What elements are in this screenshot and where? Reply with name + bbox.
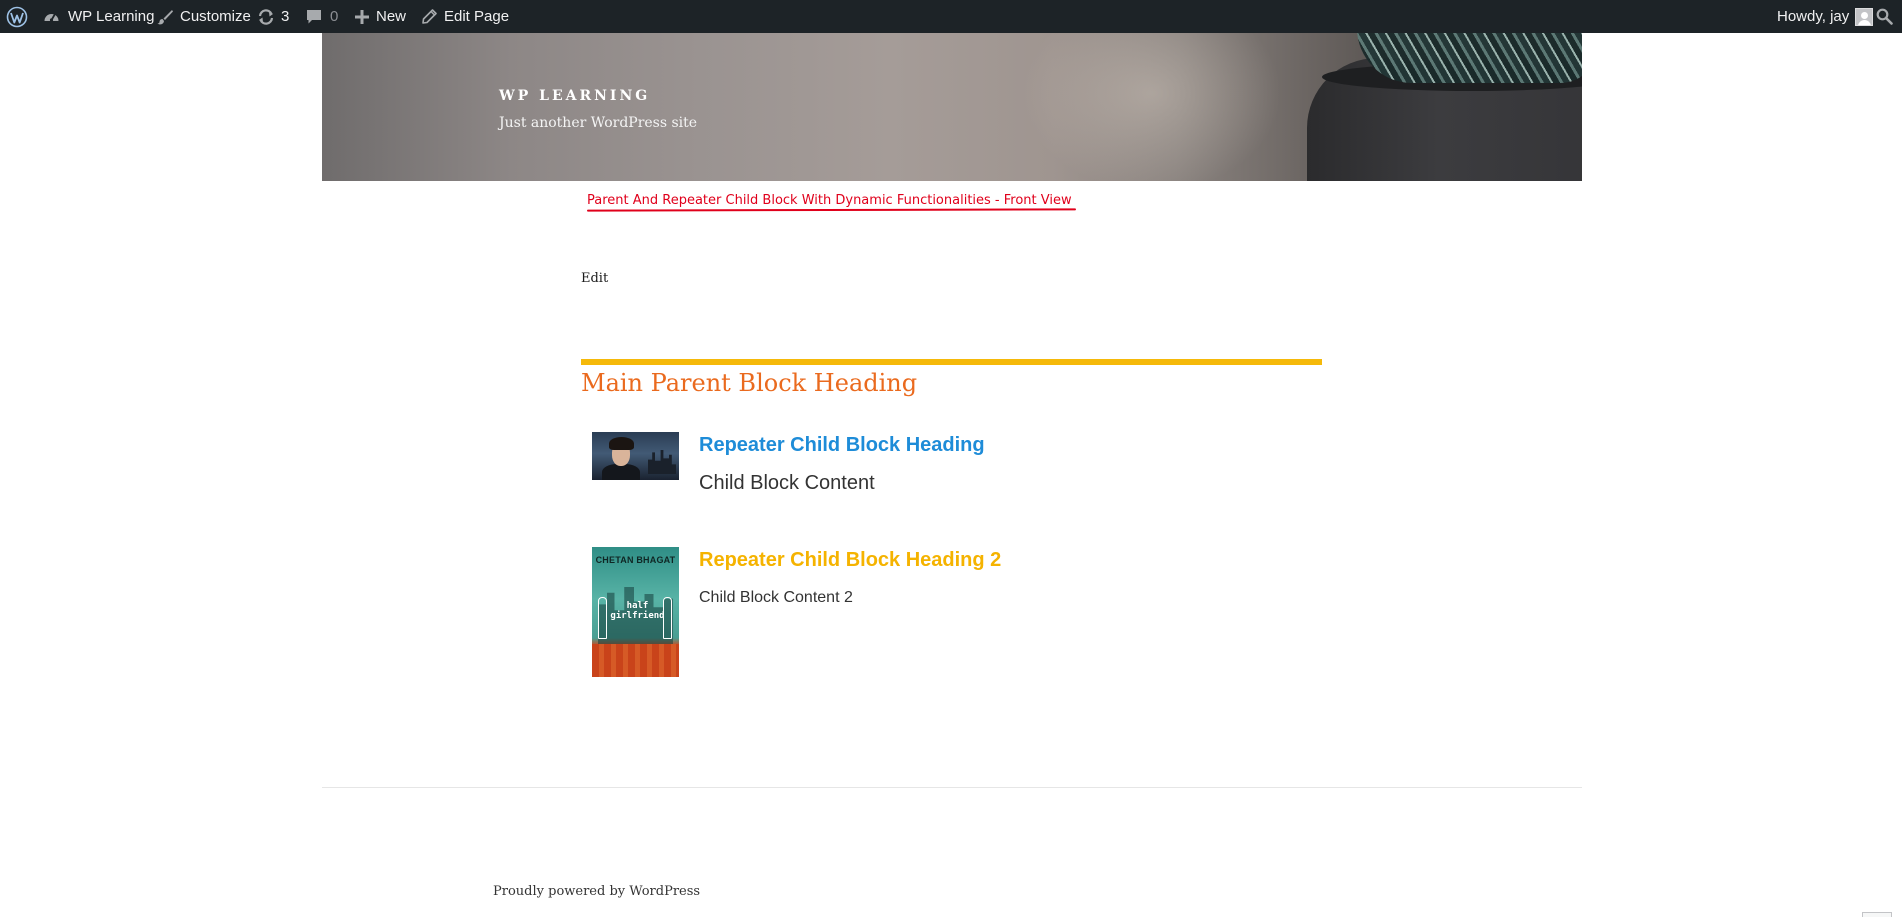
footer-divider	[322, 787, 1582, 788]
child-block-heading: Repeater Child Block Heading	[699, 434, 985, 456]
search-icon[interactable]	[1876, 0, 1893, 33]
comment-icon	[306, 9, 322, 25]
comments-link[interactable]: 0	[306, 0, 338, 33]
plus-icon	[355, 9, 369, 24]
corner-toggle[interactable]	[1862, 912, 1892, 917]
dashboard-icon	[43, 9, 60, 24]
admin-bar: WP Learning Customize 3 0 New Edit Page …	[0, 0, 1902, 33]
comments-count: 0	[330, 8, 339, 25]
howdy-label: Howdy, jay	[1777, 8, 1850, 25]
parent-block-rule	[581, 359, 1322, 365]
my-account-menu[interactable]: Howdy, jay	[1777, 0, 1874, 33]
thumbnail-figure-left	[598, 597, 607, 639]
customize-link[interactable]: Customize	[157, 0, 251, 33]
edit-page-link[interactable]: Edit Page	[422, 0, 509, 33]
child-block-content: Child Block Content 2	[699, 589, 853, 606]
thumbnail-castle	[648, 450, 676, 474]
thumbnail-figure-hair	[609, 437, 634, 450]
updates-icon	[257, 8, 275, 25]
plant-leaves	[1357, 33, 1582, 83]
site-name-label: WP Learning	[68, 8, 155, 25]
updates-count: 3	[281, 8, 290, 25]
parent-block-heading: Main Parent Block Heading	[581, 369, 918, 397]
movie-still-thumbnail	[592, 432, 679, 480]
annotation-underline	[586, 208, 1077, 212]
customize-label: Customize	[180, 8, 251, 25]
brush-icon	[157, 9, 173, 25]
site-tagline: Just another WordPress site	[499, 115, 698, 131]
new-content-menu[interactable]: New	[355, 0, 406, 33]
thumbnail-ground	[592, 644, 679, 677]
book-cover-thumbnail: CHETAN BHAGAT half girlfriend	[592, 547, 679, 677]
wordpress-logo-icon[interactable]	[6, 0, 28, 33]
edit-link[interactable]: Edit	[581, 271, 608, 286]
footer-credit-link[interactable]: Proudly powered by WordPress	[493, 884, 700, 899]
site-title[interactable]: WP LEARNING	[499, 88, 650, 104]
new-label: New	[376, 8, 407, 25]
updates-link[interactable]: 3	[257, 0, 289, 33]
site-header-image: WP LEARNING Just another WordPress site	[322, 33, 1582, 181]
edit-page-label: Edit Page	[444, 8, 510, 25]
book-author: CHETAN BHAGAT	[595, 555, 676, 565]
child-block-heading: Repeater Child Block Heading 2	[699, 549, 1002, 571]
annotation-caption: Parent And Repeater Child Block With Dyn…	[587, 193, 1072, 208]
site-name-menu[interactable]: WP Learning	[43, 0, 154, 33]
avatar	[1855, 7, 1874, 26]
thumbnail-figure-robe	[602, 464, 640, 480]
pencil-icon	[422, 9, 437, 24]
header-bokeh	[1022, 33, 1282, 181]
book-title: half girlfriend	[610, 601, 665, 621]
child-block-content: Child Block Content	[699, 472, 875, 494]
